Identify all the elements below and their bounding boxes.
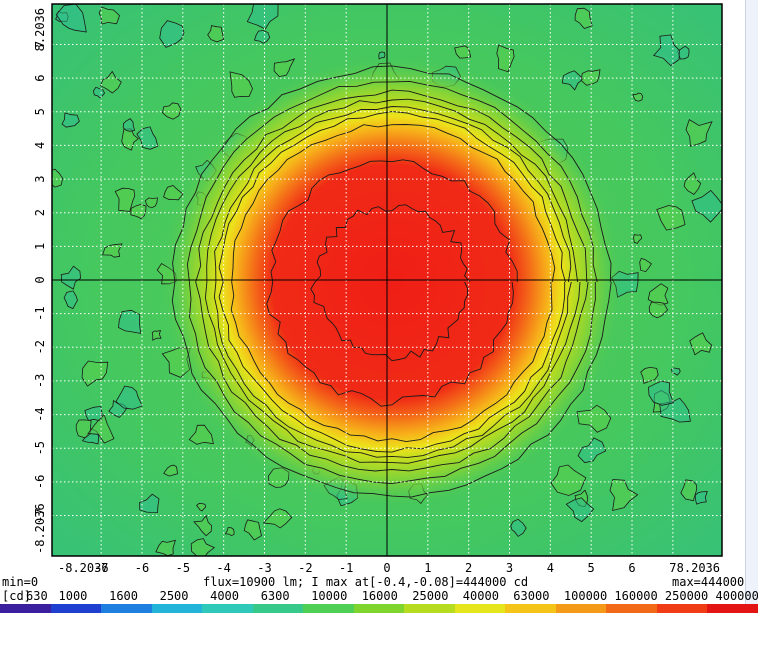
scale-level-label: 100000 xyxy=(564,589,607,603)
x-tick-label: -3 xyxy=(257,561,271,575)
x-tick-label: -6 xyxy=(135,561,149,575)
scale-swatch xyxy=(657,604,708,613)
scale-swatch xyxy=(354,604,405,613)
y-tick-label: -1 xyxy=(33,306,47,320)
x-tick-label: -2 xyxy=(298,561,312,575)
scale-swatch xyxy=(606,604,657,613)
x-tick-label: -5 xyxy=(176,561,190,575)
scale-level-label: 400000 xyxy=(716,589,758,603)
x-tick-label: 0 xyxy=(383,561,390,575)
scale-swatch xyxy=(303,604,354,613)
scale-level-label: 160000 xyxy=(614,589,657,603)
x-tick-label: 8.2036 xyxy=(677,561,720,575)
x-tick-label: 2 xyxy=(465,561,472,575)
y-tick-label: -8.2036 xyxy=(33,503,47,554)
scale-level-label: 63000 xyxy=(513,589,549,603)
x-tick-label: 4 xyxy=(547,561,554,575)
scale-level-label: 4000 xyxy=(210,589,239,603)
x-tick-label: -4 xyxy=(216,561,230,575)
y-tick-label: -6 xyxy=(33,475,47,489)
y-tick-label: -5 xyxy=(33,441,47,455)
y-tick-label: 2 xyxy=(33,209,47,216)
intensity-chart: -8.2036-7-6-5-4-3-2-1012345678.2036 8.20… xyxy=(0,0,758,604)
y-tick-label: 5 xyxy=(33,108,47,115)
scale-level-label: 2500 xyxy=(160,589,189,603)
x-tick-label: 7 xyxy=(669,561,676,575)
y-tick-label: 1 xyxy=(33,243,47,250)
scale-swatch xyxy=(152,604,203,613)
scale-swatch xyxy=(202,604,253,613)
info-line: min=0 flux=10900 lm; I max at[-0.4,-0.08… xyxy=(0,575,758,589)
scale-level-label: 6300 xyxy=(261,589,290,603)
x-tick-label: -1 xyxy=(339,561,353,575)
x-tick-label: 6 xyxy=(628,561,635,575)
y-tick-label: 7 xyxy=(33,41,47,48)
scale-level-label: 1000 xyxy=(59,589,88,603)
scale-swatch xyxy=(455,604,506,613)
color-scale-labels: [cd] 63010001600250040006300100001600025… xyxy=(0,589,758,603)
scale-swatch xyxy=(51,604,102,613)
y-tick-label: -3 xyxy=(33,374,47,388)
color-scale-bar xyxy=(0,604,758,613)
y-tick-label: 3 xyxy=(33,175,47,182)
x-tick-label: -7 xyxy=(94,561,108,575)
scale-level-label: 16000 xyxy=(362,589,398,603)
noise-contour xyxy=(76,420,91,438)
scale-swatch xyxy=(556,604,607,613)
scale-swatch xyxy=(505,604,556,613)
scale-level-label: 1600 xyxy=(109,589,138,603)
scale-level-label: 25000 xyxy=(412,589,448,603)
scale-swatch xyxy=(404,604,455,613)
x-tick-label: 5 xyxy=(588,561,595,575)
scale-level-label: 250000 xyxy=(665,589,708,603)
scale-swatch xyxy=(101,604,152,613)
scale-level-label: 40000 xyxy=(463,589,499,603)
min-label: min=0 xyxy=(2,575,38,589)
x-tick-label: 1 xyxy=(424,561,431,575)
y-tick-label: -4 xyxy=(33,407,47,421)
y-tick-label: -2 xyxy=(33,340,47,354)
scale-swatch xyxy=(0,604,51,613)
y-tick-label: 0 xyxy=(33,276,47,283)
y-tick-label: 4 xyxy=(33,142,47,149)
y-tick-label: 6 xyxy=(33,74,47,81)
flux-label: flux=10900 lm; I max at[-0.4,-0.08]=4440… xyxy=(203,575,528,589)
scale-swatch xyxy=(253,604,304,613)
x-tick-label: 3 xyxy=(506,561,513,575)
scale-level-label: 10000 xyxy=(311,589,347,603)
max-label: max=444000 xyxy=(672,575,744,589)
scale-level-label: 630 xyxy=(26,589,48,603)
window-edge-strip xyxy=(745,0,758,606)
scale-swatch xyxy=(707,604,758,613)
photometric-plot: -8.2036-7-6-5-4-3-2-1012345678.2036 8.20… xyxy=(0,0,758,619)
noise-contour xyxy=(695,492,707,505)
